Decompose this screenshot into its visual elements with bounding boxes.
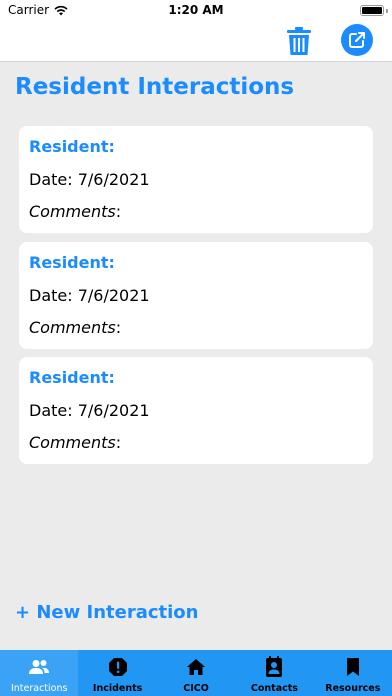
tab-incidents[interactable]: Incidents [78, 650, 156, 696]
clock: 1:20 AM [168, 3, 224, 17]
tab-label: Interactions [10, 683, 68, 694]
tab-label: Incidents [92, 683, 143, 694]
comments-title: Comments [29, 433, 116, 452]
battery-tip [386, 9, 388, 13]
tab-resources[interactable]: Resources [314, 650, 392, 696]
tab-label: Contacts [250, 683, 298, 694]
tab-interactions[interactable]: Interactions [0, 650, 79, 696]
battery-icon [360, 5, 384, 16]
resident-label: Resident: [29, 368, 115, 387]
bookmark-icon [346, 658, 359, 676]
tab-cico[interactable]: CICO [157, 650, 235, 696]
alert-icon [108, 658, 127, 676]
tab-label: CICO [183, 683, 209, 694]
resident-label: Resident: [29, 137, 115, 156]
date-label: Date: 7/6/2021 [29, 286, 150, 305]
share-button[interactable] [341, 24, 373, 56]
comments-label: Comments: [29, 202, 121, 221]
page-title: Resident Interactions [15, 74, 295, 100]
date-label: Date: 7/6/2021 [29, 170, 150, 189]
comments-colon: : [115, 318, 122, 337]
date-label: Date: 7/6/2021 [29, 401, 150, 420]
interaction-card[interactable]: Resident: Date: 7/6/2021 Comments: [19, 357, 373, 464]
status-bar: Carrier 1:20 AM [0, 0, 392, 20]
nav-bar [0, 20, 392, 62]
comments-label: Comments: [29, 433, 121, 452]
comments-colon: : [115, 202, 122, 221]
trash-icon [287, 27, 311, 55]
comments-title: Comments [29, 202, 116, 221]
tab-contacts[interactable]: Contacts [235, 650, 313, 696]
delete-button[interactable] [284, 24, 314, 58]
comments-label: Comments: [29, 318, 121, 337]
tab-bar: Interactions Incidents CICO Contacts Res… [0, 650, 392, 696]
interaction-card[interactable]: Resident: Date: 7/6/2021 Comments: [19, 242, 373, 349]
interaction-card[interactable]: Resident: Date: 7/6/2021 Comments: [19, 126, 373, 233]
resident-label: Resident: [29, 253, 115, 272]
comments-colon: : [115, 433, 122, 452]
home-icon [187, 659, 206, 675]
share-edit-icon [349, 32, 365, 48]
people-icon [29, 660, 50, 674]
contact-book-icon [266, 656, 283, 677]
tab-label: Resources [325, 683, 381, 694]
new-interaction-button[interactable]: + New Interaction [15, 602, 199, 623]
comments-title: Comments [29, 318, 116, 337]
